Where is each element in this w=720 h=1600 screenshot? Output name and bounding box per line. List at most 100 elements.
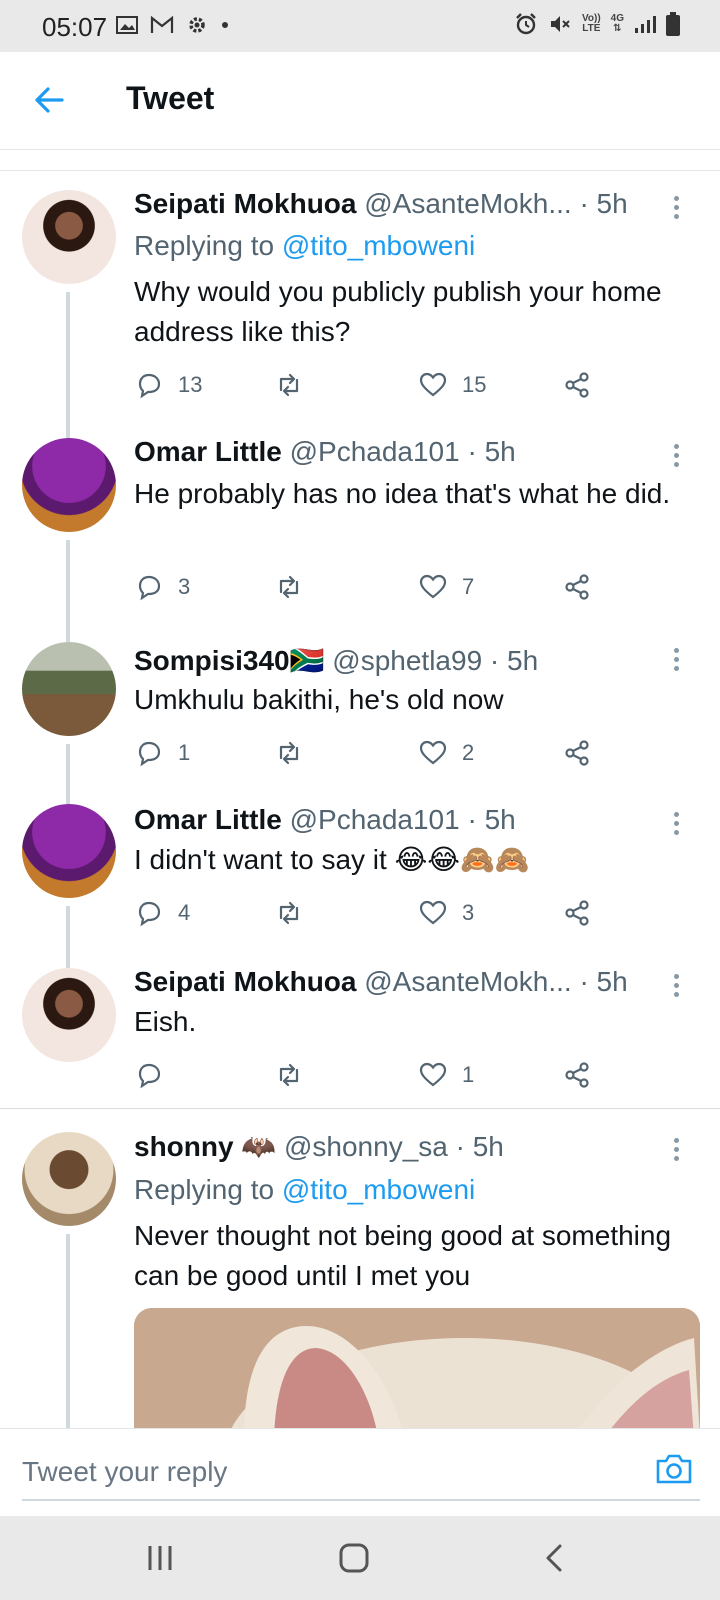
battery-icon bbox=[666, 12, 680, 36]
share-button[interactable] bbox=[562, 368, 592, 402]
like-button[interactable]: 15 bbox=[418, 368, 486, 402]
share-icon bbox=[565, 372, 589, 398]
avatar[interactable] bbox=[22, 438, 116, 532]
mention-link[interactable]: @tito_mboweni bbox=[282, 230, 475, 261]
mention-link[interactable]: @tito_mboweni bbox=[282, 1174, 475, 1205]
retweet-button[interactable] bbox=[274, 896, 318, 930]
like-count: 7 bbox=[462, 574, 475, 599]
tweet-actions: 4 3 bbox=[134, 896, 614, 930]
user-name[interactable]: shonny 🦇 bbox=[134, 1131, 276, 1162]
retweet-button[interactable] bbox=[274, 570, 318, 604]
reply-button[interactable]: 3 bbox=[134, 570, 190, 604]
more-options-icon[interactable] bbox=[674, 1138, 682, 1165]
volte-icon: Vo)) LTE bbox=[582, 14, 601, 34]
like-button[interactable]: 1 bbox=[418, 1058, 474, 1092]
like-button[interactable]: 3 bbox=[418, 896, 474, 930]
back-icon[interactable] bbox=[534, 1538, 574, 1578]
user-handle[interactable]: @Pchada101 bbox=[290, 436, 460, 467]
thread-line bbox=[66, 744, 70, 804]
heart-icon bbox=[419, 740, 447, 765]
reply-button[interactable] bbox=[134, 1058, 178, 1092]
tweet-text: Why would you publicly publish your home… bbox=[134, 276, 662, 347]
more-options-icon[interactable] bbox=[674, 974, 682, 1001]
more-options-icon[interactable] bbox=[674, 196, 682, 223]
tweet-text: Umkhulu bakithi, he's old now bbox=[134, 684, 504, 715]
media-image-content bbox=[134, 1308, 700, 1438]
more-options-icon[interactable] bbox=[674, 648, 682, 675]
retweet-icon bbox=[279, 741, 299, 765]
tweet-header: Seipati Mokhuoa @AsanteMokh... · 5h bbox=[134, 966, 628, 998]
replying-prefix: Replying to bbox=[134, 1174, 275, 1205]
user-handle[interactable]: @shonny_sa bbox=[284, 1131, 448, 1162]
avatar[interactable] bbox=[22, 190, 116, 284]
tweet-header: Omar Little @Pchada101 · 5h bbox=[134, 436, 516, 468]
more-options-icon[interactable] bbox=[674, 812, 682, 839]
reply-count: 3 bbox=[178, 574, 191, 599]
home-icon[interactable] bbox=[334, 1538, 374, 1578]
reply-input[interactable] bbox=[22, 1445, 700, 1501]
avatar[interactable] bbox=[22, 804, 116, 898]
more-options-icon[interactable] bbox=[674, 444, 682, 471]
retweet-button[interactable] bbox=[274, 736, 318, 770]
heart-icon bbox=[419, 574, 447, 599]
divider bbox=[0, 170, 720, 171]
share-button[interactable] bbox=[562, 570, 592, 604]
retweet-icon bbox=[279, 1063, 299, 1087]
retweet-button[interactable] bbox=[274, 368, 318, 402]
user-handle[interactable]: @sphetla99 bbox=[332, 645, 482, 676]
reply-count: 13 bbox=[178, 372, 203, 397]
avatar[interactable] bbox=[22, 642, 116, 736]
share-button[interactable] bbox=[562, 736, 592, 770]
avatar[interactable] bbox=[22, 968, 116, 1062]
nav-bar bbox=[0, 1516, 720, 1600]
reply-icon bbox=[138, 741, 161, 767]
share-icon bbox=[565, 1062, 589, 1088]
status-time: 05:07 bbox=[42, 12, 108, 42]
back-arrow-icon[interactable] bbox=[28, 78, 72, 122]
like-count: 1 bbox=[462, 1062, 475, 1087]
4g-icon: 4G ⇅ bbox=[611, 14, 624, 34]
user-handle[interactable]: @AsanteMokh... bbox=[364, 966, 571, 997]
user-name[interactable]: Sompisi340🇿🇦 bbox=[134, 645, 325, 676]
tweet-actions: 1 bbox=[134, 1058, 614, 1092]
heart-icon bbox=[419, 900, 447, 925]
status-bar: 05:07 Vo)) LTE 4G ⇅ bbox=[0, 0, 720, 52]
tweet-actions: 3 7 bbox=[134, 570, 614, 604]
recent-apps-icon[interactable] bbox=[140, 1538, 180, 1578]
tweet-text: I didn't want to say it 😂😂🙈🙈 bbox=[134, 844, 530, 875]
retweet-icon bbox=[279, 901, 299, 925]
user-name[interactable]: Omar Little bbox=[134, 436, 282, 467]
camera-icon[interactable] bbox=[654, 1449, 694, 1489]
tweet-time: · 5h bbox=[579, 188, 628, 219]
user-handle[interactable]: @AsanteMokh... bbox=[364, 188, 571, 219]
share-icon bbox=[565, 740, 589, 766]
like-button[interactable]: 7 bbox=[418, 570, 474, 604]
user-name[interactable]: Omar Little bbox=[134, 804, 282, 835]
settings-icon bbox=[189, 17, 205, 33]
reply-button[interactable]: 1 bbox=[134, 736, 190, 770]
retweet-button[interactable] bbox=[274, 1058, 318, 1092]
reply-count: 4 bbox=[178, 900, 191, 925]
network-arrows: ⇅ bbox=[613, 23, 622, 34]
tweet-time: · 5h bbox=[455, 1131, 504, 1162]
tweet-media-image[interactable] bbox=[134, 1308, 700, 1438]
avatar[interactable] bbox=[22, 1132, 116, 1226]
reply-button[interactable]: 13 bbox=[134, 368, 202, 402]
user-handle[interactable]: @Pchada101 bbox=[290, 804, 460, 835]
like-button[interactable]: 2 bbox=[418, 736, 474, 770]
share-button[interactable] bbox=[562, 1058, 592, 1092]
share-button[interactable] bbox=[562, 896, 592, 930]
reply-button[interactable]: 4 bbox=[134, 896, 190, 930]
user-name[interactable]: Seipati Mokhuoa bbox=[134, 966, 356, 997]
thread-line bbox=[66, 540, 70, 642]
reply-bar bbox=[0, 1428, 720, 1516]
gmail-icon bbox=[150, 15, 174, 33]
replying-prefix: Replying to bbox=[134, 230, 275, 261]
replying-to: Replying to @tito_mboweni bbox=[134, 1174, 475, 1206]
reply-icon bbox=[138, 373, 161, 399]
thread-line bbox=[66, 292, 70, 438]
dot-icon bbox=[222, 22, 228, 28]
retweet-icon bbox=[279, 575, 299, 599]
reply-count: 1 bbox=[178, 740, 191, 765]
user-name[interactable]: Seipati Mokhuoa bbox=[134, 188, 356, 219]
